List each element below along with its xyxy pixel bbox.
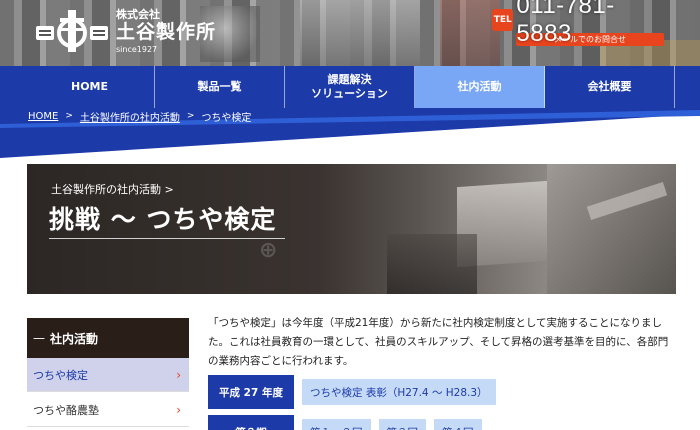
tel-icon: TEL <box>492 9 514 31</box>
hero-watermark-logo: ⊕ <box>259 238 278 263</box>
header-photo-equipment <box>300 0 420 66</box>
page-hero: 土谷製作所の社内活動 > 挑戦 〜 つちや検定 ⊕ <box>27 164 676 294</box>
nav-item-home[interactable]: HOME <box>25 66 155 108</box>
header-banner: 株式会社 土谷製作所 since1927 TEL 011-781-5883 メー… <box>0 0 700 66</box>
chevron-right-icon: › <box>176 402 181 417</box>
award-link-chip[interactable]: つちや検定 表彰（H27.4 〜 H28.3） <box>302 379 496 405</box>
global-nav: HOME 製品一覧 課題解決 ソリューション 社内活動 会社概要 <box>0 66 700 108</box>
hero-divider <box>49 238 285 239</box>
company-name: 土谷製作所 <box>116 20 217 43</box>
nav-item-activities[interactable]: 社内活動 <box>415 66 545 108</box>
nav-solutions-line2: ソリューション <box>311 87 388 100</box>
hero-photo-shadow <box>387 234 477 294</box>
session-link-chip[interactable]: 第４回 <box>434 419 482 430</box>
nav-item-company[interactable]: 会社概要 <box>545 66 675 108</box>
breadcrumb-separator-icon: > <box>65 111 73 121</box>
breadcrumb-current: つちや検定 <box>201 112 252 124</box>
company-since: since1927 <box>116 44 158 54</box>
nav-item-products[interactable]: 製品一覧 <box>155 66 285 108</box>
logo-emblem-icon <box>36 10 108 52</box>
tel-row: TEL 011-781-5883 <box>492 0 666 47</box>
breadcrumb-home[interactable]: HOME <box>28 111 58 122</box>
sidebar-item-tsuchiya-kentei[interactable]: つちや検定 › <box>27 358 189 392</box>
session-link-chip[interactable]: 第３回 <box>378 419 426 430</box>
hero-subtitle: 土谷製作所の社内活動 > <box>51 183 174 196</box>
sidebar-item-rakuno-juku[interactable]: つちや酪農塾 › <box>27 393 189 427</box>
row-heading: 第３期 <box>208 415 294 430</box>
company-name-block: 株式会社 土谷製作所 since1927 <box>116 9 216 54</box>
sidebar-dash: — <box>33 331 45 345</box>
page-title: 挑戦 〜 つちや検定 <box>49 205 277 234</box>
intro-paragraph: 「つちや検定」は今年度（平成21年度）から新たに社内検定制度として実施することに… <box>208 317 669 367</box>
nav-solutions-line1: 課題解決 <box>327 73 372 87</box>
contact-box: TEL 011-781-5883 メールでのお問合せ <box>492 0 666 49</box>
company-type: 株式会社 <box>116 7 160 21</box>
breadcrumb-activities[interactable]: 土谷製作所の社内活動 <box>80 109 180 124</box>
sidebar-heading-label: 社内活動 <box>50 331 99 346</box>
session-link-chip[interactable]: 第１・２回 <box>302 419 371 430</box>
chevron-right-icon: › <box>176 367 181 382</box>
breadcrumb: HOME > 土谷製作所の社内活動 > つちや検定 <box>28 108 251 124</box>
sidebar-item-label: つちや検定 <box>33 368 88 382</box>
sidebar-item-label: つちや酪農塾 <box>33 403 99 417</box>
nav-item-solutions-label: 課題解決 ソリューション <box>311 73 388 101</box>
sidebar-heading: — 社内活動 <box>27 318 189 358</box>
year-row-h27: 平成 27 年度 つちや検定 表彰（H27.4 〜 H28.3） <box>208 375 678 409</box>
nav-item-solutions[interactable]: 課題解決 ソリューション <box>285 66 415 108</box>
site-logo-link[interactable]: 株式会社 土谷製作所 since1927 <box>34 8 216 54</box>
term-row-3: 第３期 第１・２回 第３回 第４回 <box>208 415 678 430</box>
company-logo-mark <box>34 8 110 54</box>
breadcrumb-separator-icon: > <box>186 111 195 121</box>
row-heading: 平成 27 年度 <box>208 375 294 409</box>
header-photo-worker <box>440 0 500 66</box>
